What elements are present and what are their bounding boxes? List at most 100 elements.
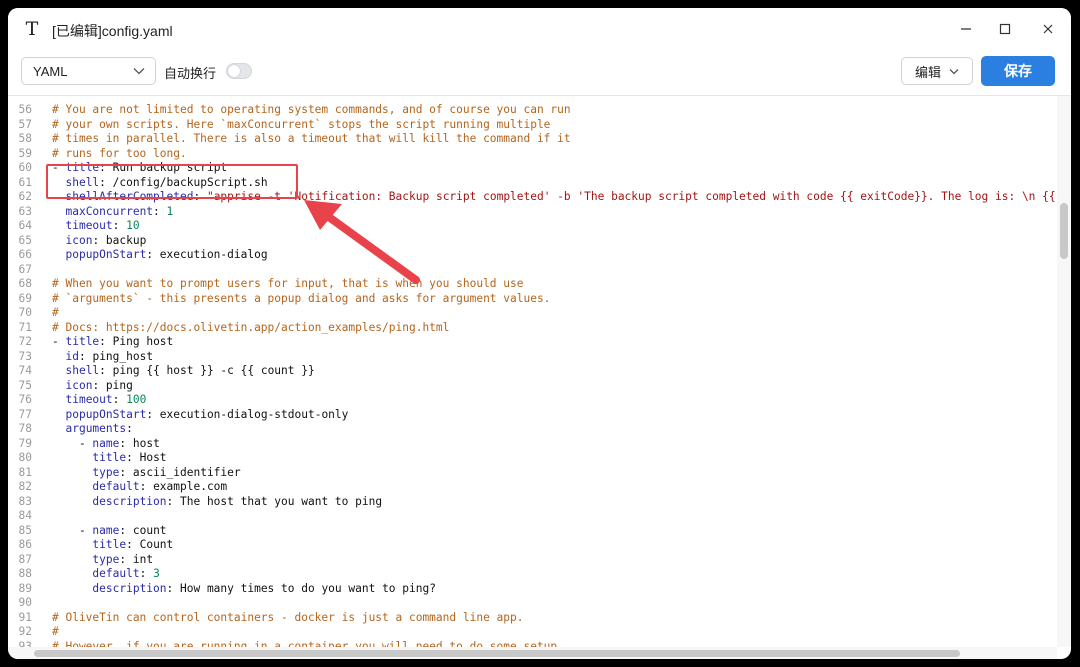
code-text: - name: host (52, 437, 160, 452)
line-number: 89 (18, 581, 32, 595)
token-punc: : (166, 581, 180, 595)
token-punc (52, 248, 65, 261)
line-number: 71 (18, 320, 32, 334)
token-punc: : (119, 465, 133, 479)
code-text: timeout: 10 (52, 219, 140, 234)
code-text: title: Count (52, 538, 173, 553)
code-text: # Docs: https://docs.olivetin.app/action… (52, 321, 449, 336)
line-number: 85 (18, 523, 32, 537)
line-number: 83 (18, 494, 32, 508)
token-num: 1 (166, 204, 174, 218)
vertical-scrollbar[interactable] (1057, 96, 1071, 647)
line-number: 76 (18, 393, 32, 406)
token-comment: # (52, 625, 59, 638)
token-val: Host (139, 451, 167, 464)
token-punc: : (146, 407, 160, 421)
token-val: backup (105, 233, 147, 247)
line-number: 88 (18, 567, 32, 580)
token-key: icon (65, 233, 93, 247)
code-text: popupOnStart: execution-dialog-stdout-on… (52, 408, 348, 423)
code-text: maxConcurrent: 1 (52, 205, 173, 220)
line-number: 67 (18, 262, 32, 276)
code-text: description: How many times to do you wa… (52, 582, 436, 597)
token-key: icon (65, 378, 93, 392)
word-wrap-toggle[interactable] (226, 63, 252, 79)
token-punc (52, 408, 65, 421)
text-editor-app-icon: T (25, 18, 39, 40)
token-val: How many times to do you want to ping? (180, 581, 436, 595)
token-punc: : (126, 451, 140, 464)
token-punc: : (126, 422, 133, 435)
window-title: [已编辑]config.yaml (52, 23, 173, 39)
vertical-scrollbar-thumb[interactable] (1060, 203, 1068, 259)
word-wrap-label: 自动换行 (164, 66, 217, 81)
line-number: 77 (18, 407, 32, 421)
line-number: 92 (18, 625, 32, 638)
close-icon (1043, 24, 1053, 34)
token-val: Count (139, 538, 174, 551)
line-number: 75 (18, 378, 32, 392)
token-punc: : (78, 349, 93, 363)
token-punc: : (112, 219, 127, 232)
line-number: 72 (18, 335, 32, 348)
line-number: 82 (18, 480, 32, 493)
token-comment: # your own scripts. Here `maxConcurrent`… (52, 117, 551, 131)
token-punc: - (52, 335, 66, 348)
token-punc (52, 205, 65, 218)
code-text: timeout: 100 (52, 393, 146, 408)
chevron-down-icon (133, 68, 145, 75)
code-editor[interactable]: 56 # You are not limited to operating sys… (8, 95, 1071, 659)
token-punc: : (166, 494, 180, 508)
token-val: ping_host (92, 349, 154, 363)
token-val: execution-dialog-stdout-only (159, 407, 349, 421)
token-punc: : (99, 364, 113, 377)
code-text: # OliveTin can control containers - dock… (52, 611, 523, 626)
token-key: id (65, 349, 79, 363)
token-punc: - (52, 436, 93, 450)
language-select[interactable]: YAML (21, 57, 156, 85)
line-number: 69 (18, 291, 32, 305)
token-val: The host that you want to ping (180, 494, 383, 508)
horizontal-scrollbar[interactable] (8, 647, 1057, 659)
code-text: icon: backup (52, 234, 146, 249)
line-number: 60 (18, 161, 32, 174)
token-key: timeout (65, 219, 113, 232)
minimize-button[interactable] (952, 17, 980, 41)
token-val: count (132, 523, 167, 537)
token-punc (52, 364, 65, 377)
token-num: 10 (126, 219, 140, 232)
token-punc: : (92, 233, 106, 247)
line-number: 65 (18, 233, 32, 247)
horizontal-scrollbar-thumb[interactable] (34, 650, 960, 657)
token-val: example.com (153, 480, 228, 493)
maximize-button[interactable] (991, 17, 1019, 41)
token-punc: : (99, 335, 113, 348)
chevron-down-icon (949, 68, 959, 74)
line-number: 62 (18, 190, 32, 203)
token-key: default (92, 567, 140, 580)
code-text: # When you want to prompt users for inpu… (52, 277, 523, 292)
token-punc (52, 219, 65, 232)
code-text: # runs for too long. (52, 147, 187, 162)
close-button[interactable] (1034, 17, 1062, 41)
token-punc (52, 422, 65, 435)
code-text: default: example.com (52, 480, 227, 495)
token-comment: # When you want to prompt users for inpu… (52, 277, 524, 290)
code-text: # However, if you are running in a conta… (52, 640, 564, 648)
token-key: title (92, 451, 127, 464)
annotation-highlight-box (46, 164, 298, 199)
minimize-icon (961, 28, 971, 30)
edit-menu-button[interactable]: 编辑 (901, 57, 973, 85)
line-number: 87 (18, 552, 32, 566)
code-text: arguments: (52, 422, 133, 437)
code-text: icon: ping (52, 378, 133, 394)
code-text: title: Host (52, 451, 167, 466)
save-button[interactable]: 保存 (981, 56, 1055, 86)
token-val: ping (105, 378, 133, 392)
language-select-value: YAML (33, 64, 68, 79)
token-key: popupOnStart (65, 407, 147, 421)
title-bar: T [已编辑]config.yaml (8, 8, 1071, 50)
token-key: title (65, 335, 100, 348)
line-number: 93 (18, 639, 32, 648)
line-number: 58 (18, 132, 32, 145)
